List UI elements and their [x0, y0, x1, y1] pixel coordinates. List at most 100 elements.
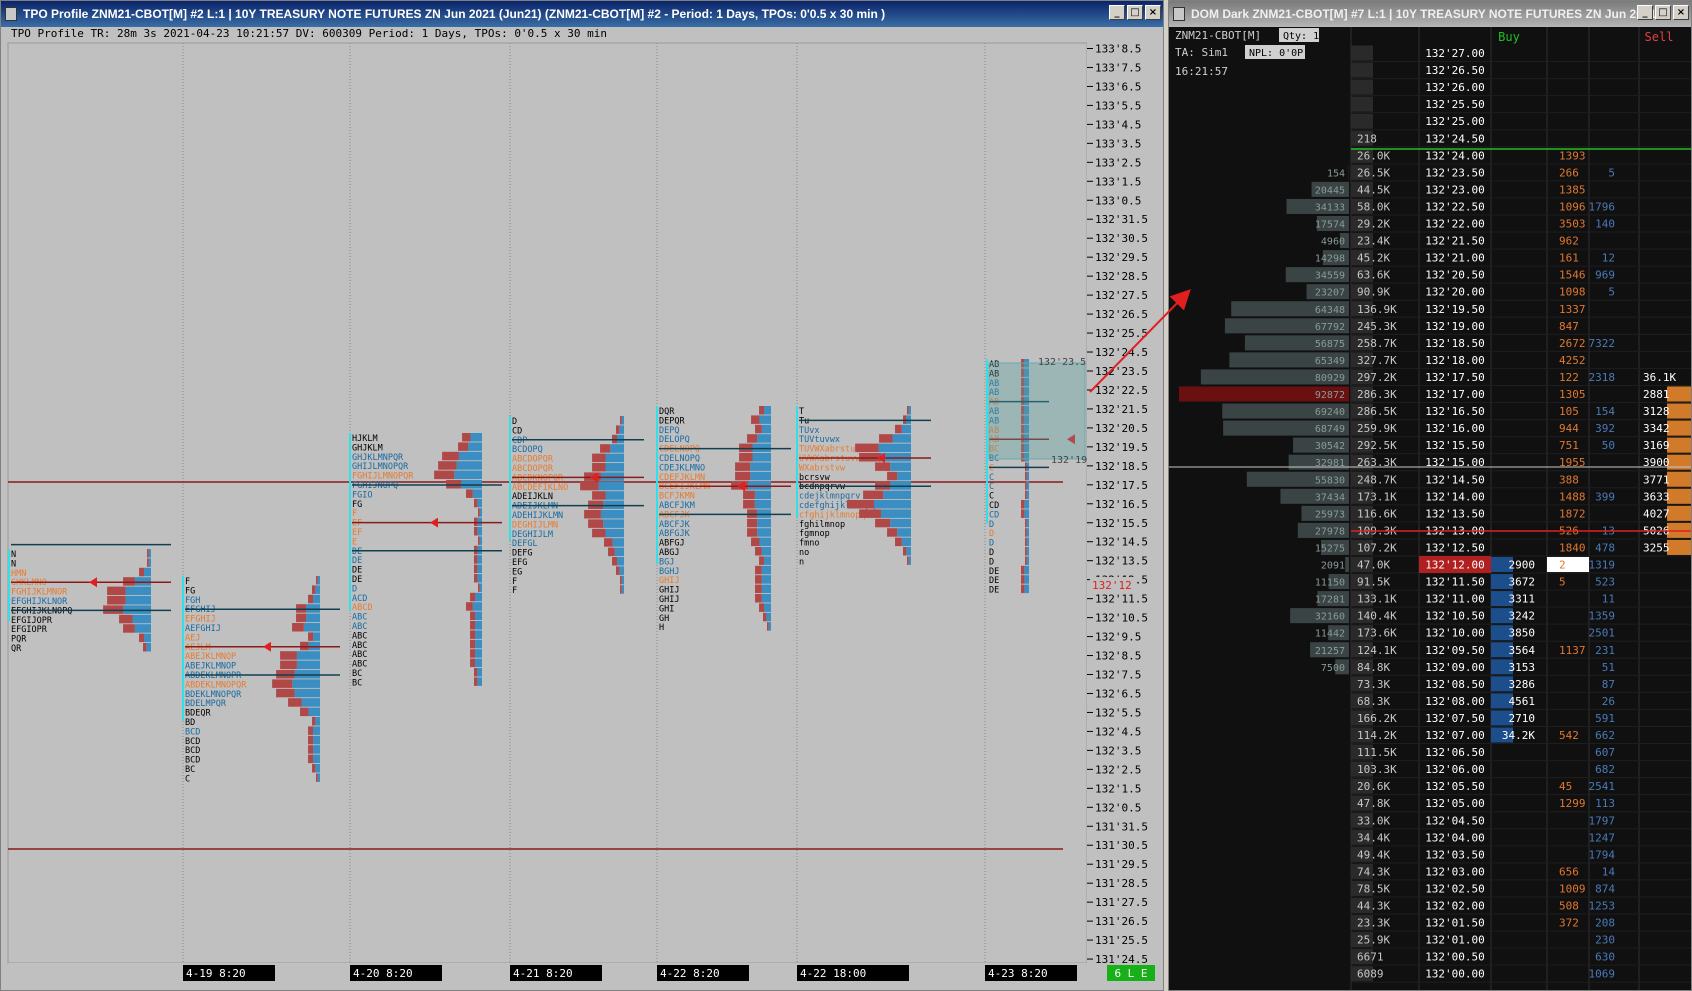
- tpo-letters-row: n: [799, 557, 804, 567]
- traded-volume: 29.2K: [1357, 218, 1390, 231]
- tpo-bar-red: [308, 735, 314, 745]
- price-tick-label: 132'20.5: [1095, 422, 1148, 435]
- price-level: 132'07.50: [1425, 712, 1485, 725]
- price-level: 132'08.00: [1425, 695, 1485, 708]
- vol-bar: [1351, 62, 1373, 78]
- price-level: 132'05.00: [1425, 797, 1485, 810]
- initial-balance-bar: [796, 406, 798, 518]
- tpo-bar-blue: [897, 471, 911, 481]
- tpo-bar-blue: [313, 754, 320, 764]
- sell-orders: 2541: [1589, 780, 1616, 793]
- tpo-bar-red: [107, 586, 126, 596]
- price-level: 132'16.00: [1425, 422, 1485, 435]
- tpo-bar-blue: [458, 451, 482, 461]
- price-tick-label: 132'27.5: [1095, 289, 1148, 302]
- tpo-bar-blue: [144, 567, 151, 577]
- tpo-bar-blue: [901, 537, 911, 547]
- ask-size-bar: [1667, 386, 1691, 402]
- tpo-bar-red: [1021, 584, 1025, 594]
- price-tick-label: 132'22.5: [1095, 384, 1148, 397]
- tpo-bar-red: [755, 547, 762, 556]
- tpo-bar-red: [308, 745, 314, 754]
- tpo-bar-red: [903, 547, 907, 556]
- tpo-letters-row: QR: [11, 644, 22, 654]
- price-level: 132'09.00: [1425, 661, 1485, 674]
- price-tick-label: 132'10.5: [1095, 612, 1148, 625]
- dom-ladder[interactable]: ZNM21-CBOT[M] Qty: 1 TA: Sim1 NPL: 0'0P 16:2…: [1169, 1, 1692, 991]
- buy-header: Buy: [1498, 30, 1520, 44]
- tpo-bar-red: [474, 668, 478, 677]
- price-level: 132'01.50: [1425, 917, 1485, 930]
- price-tick-label: 132'6.5: [1095, 687, 1141, 700]
- traded-volume: 248.7K: [1357, 473, 1397, 486]
- tpo-bar-red: [895, 424, 902, 434]
- initial-balance-bar: [182, 576, 184, 721]
- tpo-bar-blue: [757, 518, 771, 528]
- tpo-letters-row: DE: [989, 586, 999, 596]
- qty-label: Qty: 1: [1283, 31, 1319, 42]
- traded-volume: 173.1K: [1357, 490, 1397, 503]
- date-label: 4-23 8:20: [988, 967, 1048, 980]
- tpo-bar-red: [470, 639, 476, 649]
- price-tick-label: 132'5.5: [1095, 706, 1141, 719]
- sell-orders: 682: [1595, 763, 1615, 776]
- price-tick-label: 132'14.5: [1095, 536, 1148, 549]
- price-tick-label: 132'21.5: [1095, 403, 1148, 416]
- tpo-chart[interactable]: 133'8.5 133'7.5 133'6.5 133'5.5 133'4.5 133'3…: [1, 1, 1164, 991]
- volume-profile-value: 55830: [1315, 475, 1345, 486]
- tpo-profile-window[interactable]: TPO Profile ZNM21-CBOT[M] #2 L:1 | 10Y T…: [0, 0, 1164, 991]
- traded-volume: 6671: [1357, 951, 1384, 964]
- traded-volume: 286.3K: [1357, 388, 1397, 401]
- price-level: 132'14.00: [1425, 490, 1485, 503]
- traded-volume: 73.3K: [1357, 678, 1390, 691]
- price-tick-label: 132'4.5: [1095, 725, 1141, 738]
- tpo-bar-red: [312, 717, 316, 726]
- price-tick-label: 133'0.5: [1095, 194, 1141, 207]
- tpo-bar-red: [147, 549, 149, 558]
- sell-orders: 140: [1595, 218, 1615, 231]
- volume-profile-value: 25973: [1315, 509, 1345, 520]
- initial-balance-bar: [8, 549, 10, 622]
- price-tick-label: 132'15.5: [1095, 517, 1148, 530]
- tpo-bar-blue: [761, 594, 771, 603]
- tpo-bar-blue: [750, 471, 771, 481]
- sell-orders: 11: [1602, 593, 1615, 606]
- price-level: 132'08.50: [1425, 678, 1485, 691]
- traded-volume: 34.4K: [1357, 831, 1390, 844]
- price-tick-label: 132'2.5: [1095, 763, 1141, 776]
- traded-volume: 68.3K: [1357, 695, 1390, 708]
- tpo-bar-blue: [764, 406, 771, 415]
- price-level: 132'18.50: [1425, 337, 1485, 350]
- price-level: 132'00.00: [1425, 968, 1485, 981]
- sell-orders: 113: [1595, 797, 1615, 810]
- dom-window[interactable]: DOM Dark ZNM21-CBOT[M] #7 L:1 | 10Y TREA…: [1168, 0, 1692, 991]
- buy-orders: 542: [1559, 729, 1579, 742]
- tpo-bar-blue: [605, 463, 624, 472]
- tpo-bar-blue: [1026, 528, 1029, 537]
- buy-orders: 372: [1559, 917, 1579, 930]
- price-tick-label: 132'18.5: [1095, 460, 1148, 473]
- tpo-bar-blue: [880, 509, 911, 518]
- tpo-bar-blue: [906, 547, 911, 556]
- price-tick-label: 132'9.5: [1095, 631, 1141, 644]
- price-level: 132'02.00: [1425, 900, 1485, 913]
- tpo-bar-red: [1025, 518, 1027, 528]
- price-level: 132'13.50: [1425, 507, 1485, 520]
- volume-profile-value: 14298: [1315, 254, 1345, 265]
- tpo-bar-blue: [901, 424, 911, 434]
- tpo-bar-blue: [475, 630, 482, 639]
- tpo-bar-red: [300, 707, 309, 717]
- tpo-bar-blue: [908, 556, 911, 565]
- price-tick-label: 132'19.5: [1095, 441, 1148, 454]
- buy-orders: 1096: [1559, 200, 1586, 213]
- tpo-bar-blue: [470, 433, 482, 442]
- tpo-bar-red: [755, 565, 762, 575]
- tpo-bar-red: [859, 509, 881, 518]
- tpo-bar-blue: [301, 698, 320, 707]
- traded-volume: 292.5K: [1357, 439, 1397, 452]
- tpo-bar-blue: [296, 651, 320, 660]
- price-tick-label: 132'0.5: [1095, 801, 1141, 814]
- tpo-bar-blue: [475, 611, 482, 621]
- tpo-bar-blue: [757, 528, 771, 537]
- sell-orders: 208: [1595, 917, 1615, 930]
